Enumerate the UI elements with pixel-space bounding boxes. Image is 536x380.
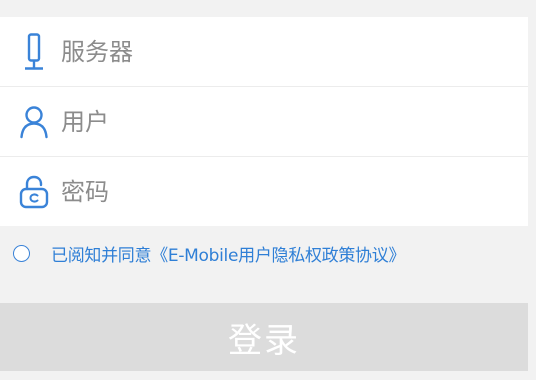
password-input[interactable]	[61, 172, 528, 212]
server-icon	[19, 32, 49, 71]
user-field-row[interactable]	[0, 87, 528, 157]
agreement-radio[interactable]	[13, 244, 30, 262]
login-form	[0, 17, 528, 226]
user-input[interactable]	[61, 101, 528, 142]
login-screen: 已阅知并同意《E-Mobile用户隐私权政策协议》 登录	[0, 0, 536, 380]
agreement-link[interactable]: 已阅知并同意《E-Mobile用户隐私权政策协议》	[51, 241, 405, 266]
privacy-agreement[interactable]: 已阅知并同意《E-Mobile用户隐私权政策协议》	[13, 241, 405, 266]
unlock-icon	[19, 173, 49, 211]
password-field-row[interactable]	[0, 157, 528, 227]
login-button[interactable]: 登录	[0, 303, 528, 371]
user-icon	[19, 103, 49, 141]
server-input[interactable]	[61, 31, 528, 72]
server-field-row[interactable]	[0, 17, 528, 87]
